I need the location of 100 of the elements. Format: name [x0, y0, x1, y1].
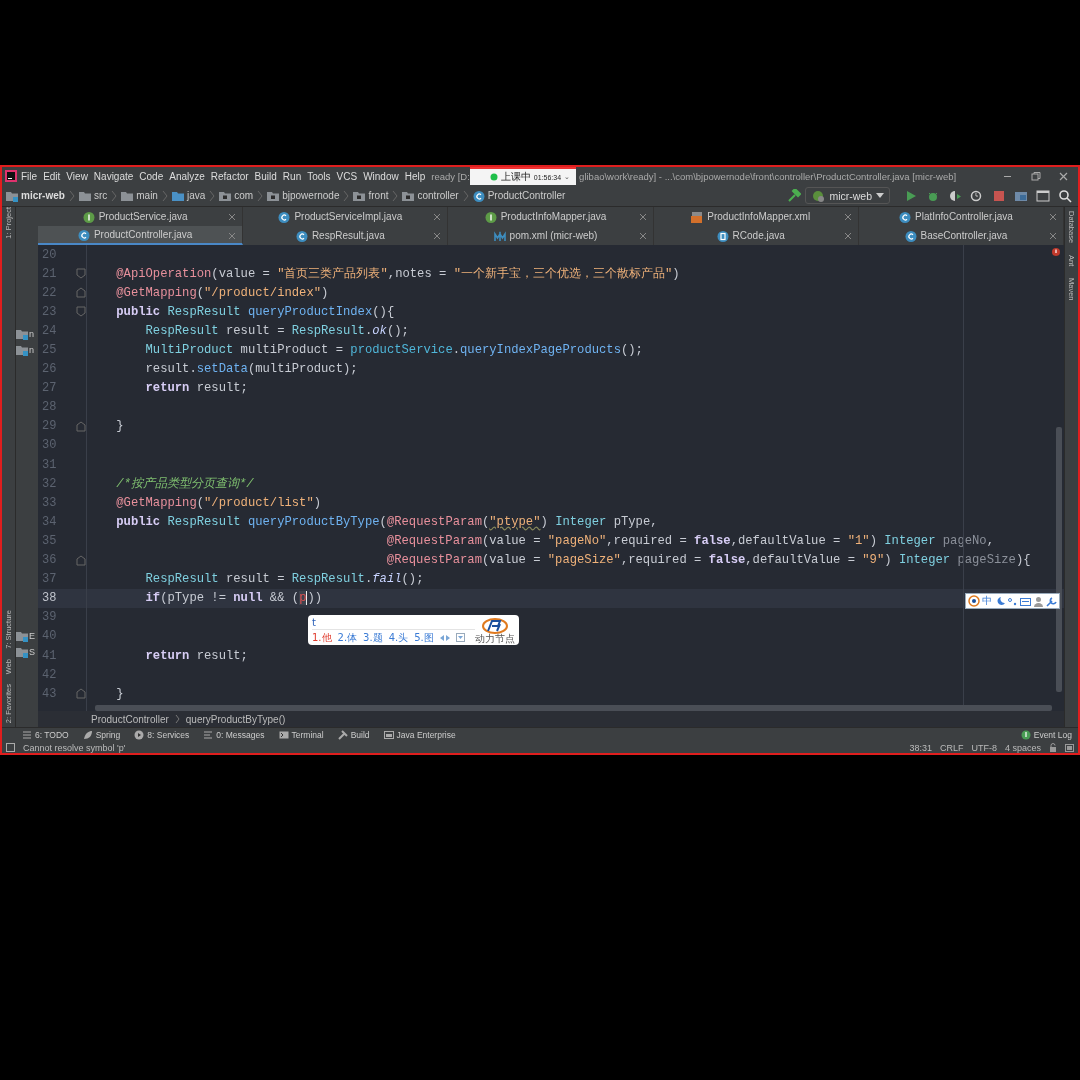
candidate-item[interactable]: 2.体 [337, 630, 358, 645]
restore-icon[interactable] [1030, 170, 1041, 182]
spring-icon [82, 730, 93, 740]
code-line: } [115, 419, 124, 434]
menu-item[interactable]: Edit [40, 170, 64, 182]
input-mode-toggle[interactable]: 中 [982, 594, 992, 608]
tool-window-button[interactable]: Spring [82, 730, 121, 740]
wrench-icon[interactable] [1046, 595, 1057, 607]
line-number: 29 [42, 419, 58, 434]
line-number: 43 [42, 686, 58, 701]
menu-item[interactable]: View [63, 170, 91, 182]
tool-window-button[interactable]: 6: TODO [22, 730, 69, 740]
user-icon[interactable] [1033, 595, 1044, 607]
candidate-item[interactable]: 3.题 [363, 630, 383, 645]
tool-window-button[interactable]: Event Log [1020, 730, 1072, 740]
menu-item[interactable]: Refactor [207, 170, 252, 182]
punctuation-icon[interactable] [1007, 595, 1018, 607]
tool-window-button[interactable]: 8: Services [134, 730, 190, 740]
scrollbar-thumb[interactable] [1056, 427, 1062, 692]
run-configuration-dropdown[interactable]: micr-web [805, 187, 890, 204]
keyboard-icon[interactable] [1020, 595, 1031, 607]
candidate-item[interactable]: 4.头 [388, 630, 409, 645]
breadcrumb-item[interactable]: main [121, 189, 158, 202]
close-icon[interactable] [1049, 232, 1057, 240]
close-icon[interactable] [228, 232, 237, 240]
status-item[interactable]: UTF-8 [971, 742, 997, 753]
class-icon [472, 189, 485, 202]
tool-window-button[interactable]: Java Enterprise [383, 730, 456, 740]
close-icon[interactable] [433, 213, 442, 221]
tool-window-button[interactable]: Build [337, 730, 370, 740]
lock-icon[interactable] [1049, 743, 1057, 752]
tree-item-label[interactable]: n [29, 345, 34, 355]
status-item[interactable]: 4 spaces [1004, 742, 1041, 753]
stop-icon[interactable] [992, 188, 1006, 203]
tool-window-button[interactable]: Terminal [278, 730, 324, 740]
breadcrumb-item[interactable]: front [353, 189, 389, 202]
menu-item[interactable]: Build [251, 170, 280, 182]
code-line: /*按产品类型分页查询*/ [115, 476, 254, 493]
menu-item[interactable]: Tools [304, 170, 334, 182]
tree-item-label[interactable]: n [29, 329, 34, 339]
candidate-item[interactable]: 5.图 [414, 630, 434, 645]
tool-window-button[interactable]: 0: Messages [203, 730, 265, 740]
panel-toggle-icon[interactable] [6, 743, 15, 752]
chevron-icon [174, 714, 180, 724]
close-icon[interactable] [228, 213, 237, 221]
menu-item[interactable]: Analyze [166, 170, 208, 182]
tree-item-label[interactable]: E [29, 631, 35, 641]
menu-item[interactable]: Navigate [90, 170, 137, 182]
page-arrows-icon[interactable] [439, 633, 450, 642]
fold-marker-icon[interactable] [76, 287, 86, 299]
close-icon[interactable] [433, 232, 442, 240]
fold-marker-icon[interactable] [76, 688, 86, 700]
profiler-icon[interactable] [970, 188, 984, 203]
breadcrumb-item[interactable]: controller [402, 189, 459, 202]
line-number: 40 [42, 629, 58, 644]
search-icon[interactable] [1058, 188, 1072, 203]
breadcrumb-item[interactable]: src [78, 189, 108, 202]
candidate-item[interactable]: 1.他 [312, 630, 332, 645]
menu-item[interactable]: Code [136, 170, 167, 182]
close-icon[interactable] [1058, 170, 1069, 182]
menu-item[interactable]: File [18, 170, 41, 182]
menu-item[interactable]: Run [279, 170, 305, 182]
memory-icon[interactable] [1065, 742, 1074, 753]
breadcrumb-item[interactable]: com [219, 189, 254, 202]
fold-marker-icon[interactable] [76, 420, 86, 432]
expand-icon[interactable] [455, 633, 465, 642]
close-icon[interactable] [1049, 213, 1057, 221]
breadcrumb-item[interactable]: bjpowernode [267, 189, 340, 202]
breadcrumb-item[interactable]: ProductController [472, 189, 566, 202]
breadcrumb-item[interactable]: queryProductByType() [185, 713, 286, 725]
status-item[interactable]: 38:31 [909, 742, 932, 753]
close-icon[interactable] [843, 213, 852, 221]
code-line: if(pType != null && (p)) [144, 591, 323, 606]
input-field[interactable]: t [312, 615, 475, 630]
hammer-icon[interactable] [787, 188, 802, 203]
menu-item[interactable]: VCS [333, 170, 361, 182]
breadcrumb-item[interactable]: micr-web [6, 189, 65, 202]
fold-marker-icon[interactable] [76, 268, 86, 280]
breadcrumb-item[interactable]: java [171, 189, 206, 202]
terminal-icon[interactable] [1036, 188, 1050, 203]
run-icon[interactable] [904, 188, 918, 203]
line-number: 39 [42, 610, 58, 625]
folder-icon [16, 344, 28, 356]
fold-marker-icon[interactable] [76, 554, 86, 566]
breadcrumb-item[interactable]: ProductController [91, 713, 169, 725]
close-icon[interactable] [843, 232, 852, 240]
close-icon[interactable] [638, 232, 647, 240]
code-line: MultiProduct multiProduct = productService.queryIndexPageProducts(); [144, 343, 643, 357]
code-line: return result; [144, 381, 248, 396]
menu-item[interactable]: Help [401, 170, 429, 182]
menu-item[interactable]: Window [360, 170, 402, 182]
class-icon [278, 210, 291, 223]
fold-marker-icon[interactable] [76, 306, 86, 318]
status-item[interactable]: CRLF [939, 742, 964, 753]
file-tab[interactable]: ProductController.java [38, 226, 244, 245]
close-icon[interactable] [638, 213, 647, 221]
coverage-icon[interactable] [948, 188, 962, 203]
scrollbar-thumb[interactable] [95, 705, 1052, 711]
line-number: 33 [42, 495, 58, 510]
tree-item-label[interactable]: S [29, 647, 35, 657]
